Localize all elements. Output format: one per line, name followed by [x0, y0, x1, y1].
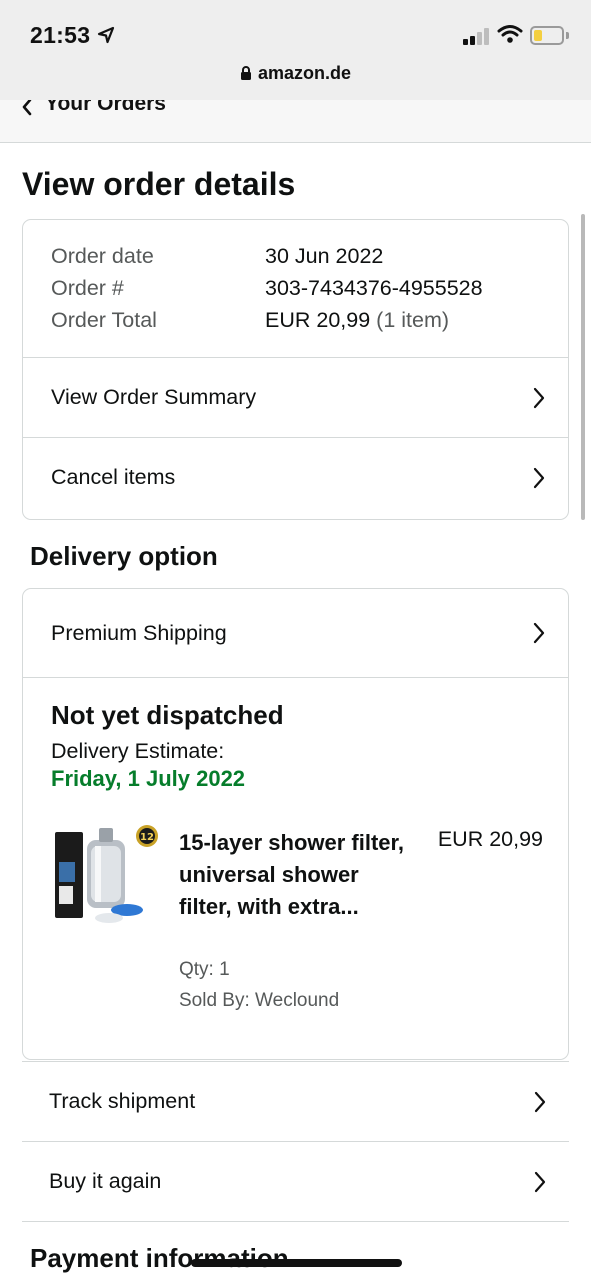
- back-label: Your Orders: [45, 100, 166, 115]
- product-quantity: Qty: 1: [179, 959, 230, 980]
- shipping-method-label: Premium Shipping: [51, 620, 227, 645]
- order-summary-card: Order date 30 Jun 2022 Order # 303-74343…: [22, 219, 569, 520]
- product-image[interactable]: 12: [51, 822, 161, 932]
- chevron-right-icon: [533, 622, 545, 644]
- chevron-right-icon: [533, 387, 545, 408]
- location-arrow-icon: [97, 26, 115, 44]
- order-number-label: Order #: [51, 276, 124, 300]
- chevron-right-icon: [534, 1091, 546, 1112]
- order-item-count: (1 item): [376, 308, 450, 332]
- track-shipment-row[interactable]: Track shipment: [22, 1061, 569, 1141]
- track-shipment-label: Track shipment: [49, 1089, 196, 1113]
- cell-signal-icon: [463, 27, 491, 45]
- order-number-row: Order # 303-7434376-4955528: [51, 276, 568, 308]
- view-order-summary-row[interactable]: View Order Summary: [23, 357, 568, 437]
- battery-icon: [530, 26, 564, 45]
- shipment-block: Not yet dispatched Delivery Estimate: Fr…: [23, 677, 568, 1059]
- battery-level: [534, 30, 542, 41]
- buy-it-again-row[interactable]: Buy it again: [22, 1141, 569, 1221]
- battery-cap: [566, 32, 569, 39]
- order-total-label: Order Total: [51, 308, 157, 332]
- shipping-method-row[interactable]: Premium Shipping: [23, 589, 568, 677]
- lock-icon: [240, 66, 251, 80]
- shipment-status: Not yet dispatched: [51, 700, 284, 730]
- back-to-orders-link[interactable]: Your Orders: [0, 100, 591, 143]
- wifi-icon: [497, 25, 523, 43]
- buy-it-again-label: Buy it again: [49, 1169, 162, 1193]
- delivery-option-heading: Delivery option: [30, 541, 218, 571]
- chevron-right-icon: [533, 467, 545, 488]
- product-seller: Sold By: Weclound: [179, 990, 340, 1011]
- product-badge-text: 12: [140, 832, 154, 843]
- order-info: Order date 30 Jun 2022 Order # 303-74343…: [23, 220, 568, 357]
- url-text: amazon.de: [257, 63, 352, 83]
- home-indicator[interactable]: [191, 1259, 402, 1267]
- cancel-items-label: Cancel items: [51, 465, 176, 489]
- page-title: View order details: [22, 166, 296, 202]
- address-bar[interactable]: amazon.de: [0, 63, 591, 84]
- status-bar: 21:53 amazon.de: [0, 0, 591, 100]
- delivery-card: Premium Shipping Not yet dispatched Deli…: [22, 588, 569, 1060]
- delivery-estimate-label: Delivery Estimate:: [51, 739, 225, 763]
- order-item: 12 15-layer shower filter, universal sho…: [51, 822, 551, 1022]
- order-total-amount: EUR 20,99: [265, 308, 371, 332]
- chevron-left-icon: [22, 100, 32, 116]
- product-price: EUR 20,99: [437, 827, 543, 851]
- order-date-value: 30 Jun 2022: [265, 244, 384, 268]
- scrollbar[interactable]: [581, 214, 585, 520]
- order-date-row: Order date 30 Jun 2022: [51, 244, 568, 276]
- divider: [22, 1221, 569, 1222]
- product-title[interactable]: 15-layer shower filter, universal shower…: [179, 827, 409, 923]
- order-total-row: Order Total EUR 20,99 (1 item): [51, 308, 568, 340]
- delivery-estimate-date: Friday, 1 July 2022: [51, 766, 246, 791]
- clock: 21:53: [30, 22, 91, 48]
- chevron-right-icon: [534, 1171, 546, 1192]
- order-number-value: 303-7434376-4955528: [265, 276, 483, 300]
- cancel-items-row[interactable]: Cancel items: [23, 437, 568, 517]
- order-total-value: EUR 20,99 (1 item): [265, 308, 449, 333]
- view-order-summary-label: View Order Summary: [51, 385, 257, 409]
- order-date-label: Order date: [51, 244, 154, 268]
